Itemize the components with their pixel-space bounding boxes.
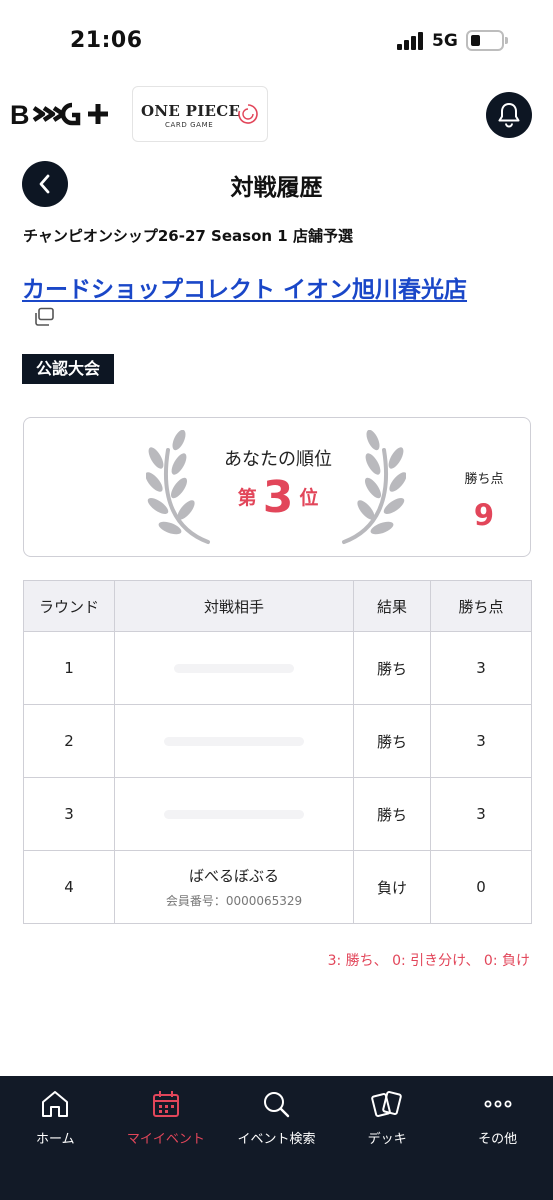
category-badge: 公認大会 [22, 354, 115, 384]
points-cell: 3 [430, 777, 532, 851]
round-cell: 2 [23, 704, 115, 778]
rank-prefix: 第 [237, 487, 257, 509]
round-cell: 3 [23, 777, 115, 851]
nav-item-other[interactable]: その他 [442, 1076, 553, 1200]
nav-item-my-events[interactable]: マイイベント [111, 1076, 222, 1200]
nav-label: ホーム [35, 1132, 75, 1147]
refresh-ring-icon [238, 104, 258, 124]
shop-link[interactable]: カードショップコレクト イオン旭川春光店 [22, 270, 467, 304]
header-points: 勝ち点 [430, 580, 532, 632]
result-cell: 負け [353, 850, 431, 924]
cards-icon [371, 1091, 402, 1117]
nav-label: マイイベント [126, 1132, 205, 1147]
battery-cap [505, 37, 508, 44]
signal-icon [397, 32, 425, 50]
redacted-name [164, 736, 304, 746]
opponent-member-id: 会員番号：0000065329 [165, 894, 303, 908]
nav-item-deck[interactable]: デッキ [332, 1076, 443, 1200]
bell-icon [498, 103, 520, 128]
search-icon [264, 1092, 290, 1118]
notification-button[interactable] [486, 92, 532, 138]
bottom-nav: ホーム マイイベント イベント検索 デッキ その他 [0, 1076, 553, 1200]
network-type: 5G [432, 31, 458, 51]
nav-item-event-search[interactable]: イベント検索 [221, 1076, 332, 1200]
result-cell: 勝ち [353, 777, 431, 851]
header-round: ラウンド [23, 580, 115, 632]
points-cell: 0 [430, 850, 532, 924]
one-piece-logo[interactable]: ONE PIECE CARD GAME [132, 86, 268, 142]
more-icon [484, 1100, 512, 1108]
event-name: チャンピオンシップ26-27 Season 1 店舗予選 [23, 227, 353, 245]
status-time: 21:06 [70, 28, 143, 53]
results-table: ラウンド 対戦相手 結果 勝ち点 1 勝ち 3 2 勝ち 3 3 勝ち 3 4 … [23, 580, 532, 924]
game-logo-title: ONE PIECE [141, 102, 241, 120]
table-header-row: ラウンド 対戦相手 結果 勝ち点 [23, 580, 532, 632]
opponent-cell: ばべるぼぶる 会員番号：0000065329 [114, 850, 354, 924]
table-row: 4 ばべるぼぶる 会員番号：0000065329 負け 0 [23, 850, 532, 924]
redacted-name [174, 663, 294, 673]
nav-label: デッキ [367, 1132, 407, 1147]
page-title: 対戦履歴 [230, 175, 323, 201]
points-cell: 3 [430, 704, 532, 778]
round-cell: 1 [23, 631, 115, 705]
brand-logo-icon[interactable]: B [10, 96, 112, 132]
game-logo-subtitle: CARD GAME [165, 121, 214, 129]
battery-icon [466, 30, 504, 51]
table-row: 1 勝ち 3 [23, 631, 532, 705]
nav-label: その他 [478, 1132, 518, 1147]
score-legend: 3: 勝ち、 0: 引き分け、 0: 負け [327, 953, 530, 969]
redacted-name [164, 809, 304, 819]
home-icon [42, 1091, 69, 1117]
calendar-icon [152, 1091, 179, 1117]
table-row: 3 勝ち 3 [23, 777, 532, 851]
svg-text:B: B [10, 100, 30, 130]
points-value: 9 [473, 498, 495, 532]
header-opponent: 対戦相手 [114, 580, 354, 632]
nav-label: イベント検索 [237, 1132, 316, 1147]
points-cell: 3 [430, 631, 532, 705]
status-bar: 21:06 5G [0, 0, 553, 80]
table-row: 2 勝ち 3 [23, 704, 532, 778]
opponent-name: ばべるぼぶる [188, 867, 279, 885]
result-cell: 勝ち [353, 631, 431, 705]
result-cell: 勝ち [353, 704, 431, 778]
opponent-cell [114, 631, 354, 705]
rank-card: あなたの順位 第3位 勝ち点 9 [23, 417, 531, 557]
opponent-cell [114, 704, 354, 778]
nav-item-home[interactable]: ホーム [0, 1076, 111, 1200]
copy-window-icon[interactable] [33, 307, 55, 327]
points-label: 勝ち点 [464, 472, 504, 487]
rank-number: 3 [262, 472, 294, 523]
rank-suffix: 位 [299, 487, 319, 509]
opponent-cell [114, 777, 354, 851]
round-cell: 4 [23, 850, 115, 924]
header-result: 結果 [353, 580, 431, 632]
